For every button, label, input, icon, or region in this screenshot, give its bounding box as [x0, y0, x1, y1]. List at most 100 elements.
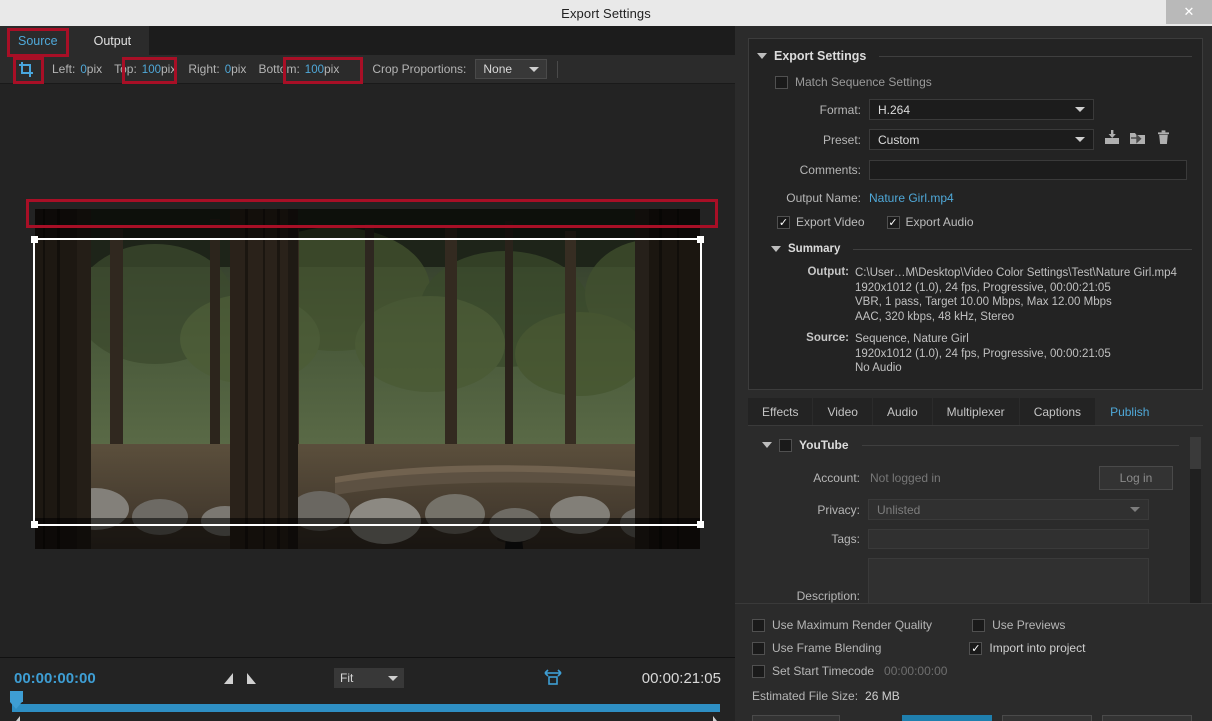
- export-audio-label: Export Audio: [905, 215, 974, 229]
- in-point-icon: [224, 672, 233, 684]
- tab-effects-label: Effects: [762, 404, 799, 419]
- queue-button[interactable]: Queue: [902, 715, 992, 721]
- cancel-button[interactable]: Cancel: [1102, 715, 1192, 721]
- title-bar: Export Settings ✕: [0, 0, 1212, 26]
- import-into-project-checkbox[interactable]: ✓: [969, 641, 983, 655]
- youtube-label: YouTube: [799, 438, 849, 452]
- duration-timecode: 00:00:21:05: [641, 669, 721, 687]
- tab-effects[interactable]: Effects: [748, 398, 814, 425]
- match-sequence-row[interactable]: Match Sequence Settings: [775, 75, 1202, 89]
- settings-tabbar: Effects Video Audio Multiplexer Captions…: [748, 398, 1203, 425]
- preset-dropdown[interactable]: Custom: [869, 129, 1094, 150]
- filesize-value: 26 MB: [865, 689, 900, 703]
- playhead[interactable]: [10, 691, 23, 709]
- metadata-button[interactable]: Metadata...: [752, 715, 840, 721]
- login-button[interactable]: Log in: [1099, 466, 1173, 490]
- publish-scrollbar-thumb[interactable]: [1190, 437, 1201, 469]
- crop-tool-icon[interactable]: [11, 58, 41, 80]
- account-label: Account:: [813, 471, 860, 485]
- summary-disclosure-triangle-icon[interactable]: [771, 246, 781, 252]
- crop-proportions-value: None: [483, 62, 513, 76]
- preset-value: Custom: [878, 132, 920, 147]
- tab-captions-label: Captions: [1033, 404, 1082, 419]
- in-out-markers: [222, 672, 258, 685]
- account-value: Not logged in: [870, 471, 941, 485]
- output-name-row: Output Name: Nature Girl.mp4: [749, 191, 1202, 205]
- aspect-ratio-icon[interactable]: [543, 667, 563, 692]
- output-name-link[interactable]: Nature Girl.mp4: [869, 191, 954, 205]
- close-button[interactable]: ✕: [1166, 0, 1212, 24]
- tab-source[interactable]: Source: [0, 26, 76, 55]
- format-row: Format: H.264: [749, 99, 1202, 120]
- export-settings-header: Export Settings: [757, 45, 1192, 67]
- export-button[interactable]: Export: [1002, 715, 1092, 721]
- close-icon: ✕: [1183, 4, 1195, 19]
- tags-input[interactable]: [868, 529, 1149, 549]
- crop-right-field[interactable]: Right: 0: [188, 62, 231, 76]
- tab-output-label: Output: [93, 33, 132, 48]
- crop-left-label: Left:: [52, 62, 76, 76]
- export-audio-checkbox[interactable]: ✓: [886, 215, 900, 229]
- bottom-options-panel: Use Maximum Render Quality Use Previews …: [735, 603, 1212, 721]
- tab-multiplexer-label: Multiplexer: [946, 404, 1005, 419]
- tab-audio-label: Audio: [886, 404, 918, 419]
- description-input[interactable]: [868, 558, 1149, 603]
- filesize-row: Estimated File Size: 26 MB: [752, 689, 1212, 703]
- match-sequence-checkbox[interactable]: [775, 75, 788, 89]
- video-frame: [35, 209, 700, 549]
- export-settings-dialog: Export Settings ✕ Source Output Left: 0 …: [0, 0, 1212, 721]
- youtube-checkbox[interactable]: [779, 438, 792, 452]
- start-timecode-value[interactable]: 00:00:00:00: [884, 664, 947, 678]
- export-video-checkbox[interactable]: ✓: [777, 215, 790, 229]
- tab-video[interactable]: Video: [813, 398, 873, 425]
- disclosure-triangle-icon[interactable]: [757, 53, 767, 59]
- crop-bottom-label: Bottom:: [258, 62, 300, 76]
- tab-multiplexer[interactable]: Multiplexer: [932, 398, 1020, 425]
- chevron-down-icon: [1130, 507, 1140, 512]
- crop-bottom-field[interactable]: Bottom: 100: [258, 62, 324, 76]
- privacy-dropdown[interactable]: Unlisted: [868, 499, 1149, 520]
- tab-output[interactable]: Output: [75, 26, 150, 55]
- format-dropdown[interactable]: H.264: [869, 99, 1094, 120]
- preset-label: Preset:: [822, 132, 861, 147]
- match-sequence-label: Match Sequence Settings: [795, 75, 932, 89]
- zoom-level-dropdown[interactable]: Fit: [334, 668, 404, 688]
- delete-preset-icon[interactable]: [1157, 129, 1170, 150]
- crop-left-field[interactable]: Left: 0: [52, 62, 87, 76]
- crop-bottom-value[interactable]: 100: [305, 64, 324, 76]
- export-settings-title: Export Settings: [774, 49, 867, 63]
- crop-top-field[interactable]: Top: 100: [114, 62, 161, 76]
- use-previews-label: Use Previews: [992, 618, 1066, 632]
- tab-audio[interactable]: Audio: [872, 398, 933, 425]
- summary-title: Summary: [788, 243, 841, 255]
- tab-publish-label: Publish: [1110, 404, 1150, 419]
- crop-top-value[interactable]: 100: [142, 64, 161, 76]
- scrub-track[interactable]: [12, 704, 720, 712]
- timeline-out-marker[interactable]: [711, 714, 722, 721]
- zoom-level-value: Fit: [340, 671, 354, 685]
- summary-output-line: C:\User…M\Desktop\Video Color Settings\T…: [855, 267, 1177, 279]
- tab-video-label: Video: [827, 404, 858, 419]
- description-row: Description:: [748, 558, 1203, 603]
- tab-publish[interactable]: Publish: [1096, 398, 1165, 425]
- crop-proportions-dropdown[interactable]: None: [475, 59, 548, 79]
- video-preview-area[interactable]: [0, 84, 735, 657]
- crop-top-label: Top:: [114, 62, 137, 76]
- chevron-down-icon: [529, 66, 540, 72]
- summary-output-line: 1920x1012 (1.0), 24 fps, Progressive, 00…: [855, 281, 1111, 294]
- comments-input[interactable]: [869, 160, 1187, 180]
- import-preset-icon[interactable]: [1129, 130, 1146, 150]
- use-frame-blending-checkbox[interactable]: [752, 641, 765, 655]
- summary-source-line: No Audio: [855, 362, 902, 374]
- use-max-render-quality-checkbox[interactable]: [752, 618, 765, 632]
- summary-output-values: C:\User…M\Desktop\Video Color Settings\T…: [855, 266, 1177, 324]
- privacy-row: Privacy: Unlisted: [748, 499, 1203, 520]
- set-start-timecode-checkbox[interactable]: [752, 664, 765, 678]
- summary-rule: [853, 248, 1192, 250]
- timeline-in-marker[interactable]: [11, 714, 22, 721]
- tab-captions[interactable]: Captions: [1019, 398, 1097, 425]
- current-timecode[interactable]: 00:00:00:00: [14, 670, 96, 687]
- use-previews-checkbox[interactable]: [972, 618, 986, 632]
- save-preset-icon[interactable]: [1104, 129, 1120, 150]
- youtube-disclosure-triangle-icon[interactable]: [762, 442, 772, 448]
